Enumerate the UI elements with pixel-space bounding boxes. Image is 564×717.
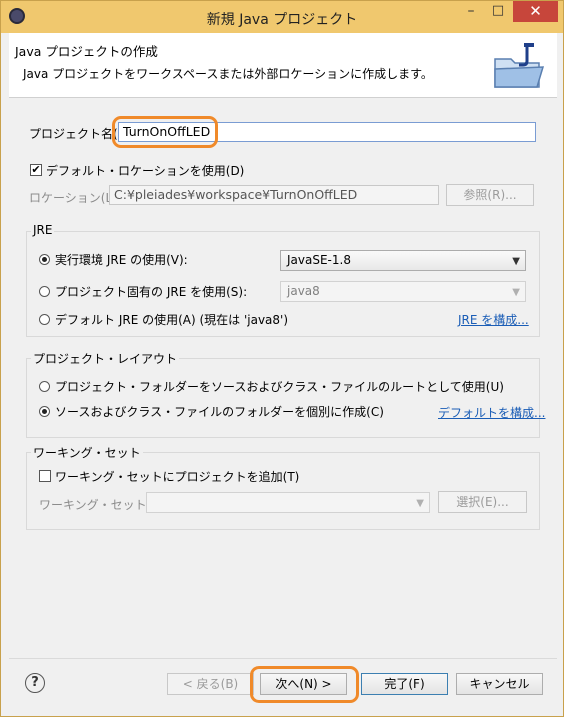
wizard-content: プロジェクト名(P): TurnOnOffLED ✔ デフォルト・ロケーションを… [9,98,557,658]
dialog-window: 新規 Java プロジェクト – □ ✕ Java プロジェクトの作成 Java… [0,0,564,717]
layout-separate-label: ソースおよびクラス・ファイルのフォルダーを個別に作成(C) [55,405,384,419]
jre-project-specific-label: プロジェクト固有の JRE を使用(S): [55,285,248,299]
title-bar[interactable]: 新規 Java プロジェクト – □ ✕ [1,1,563,33]
chevron-down-icon: ▼ [512,256,520,267]
working-set-add-label: ワーキング・セットにプロジェクトを追加(T) [55,470,300,484]
wizard-description: Java プロジェクトをワークスペースまたは外部ロケーションに作成します。 [23,67,433,81]
working-set-select[interactable]: ▼ [146,492,430,513]
maximize-button[interactable]: □ [485,3,511,23]
close-button[interactable]: ✕ [513,1,558,22]
location-label: ロケーション(L): [29,191,121,205]
chevron-down-icon: ▼ [416,498,424,509]
finish-button[interactable]: 完了(F) [361,673,448,695]
jre-default-radio[interactable] [39,314,50,325]
help-icon[interactable]: ? [25,673,45,693]
layout-group-title: プロジェクト・レイアウト [31,350,180,367]
jre-exec-env-select[interactable]: JavaSE-1.8 ▼ [280,250,526,271]
next-button-highlight [250,666,359,703]
back-button[interactable]: < 戻る(B) [167,673,254,695]
layout-group: プロジェクト・レイアウト [26,350,540,438]
default-location-label: デフォルト・ロケーションを使用(D) [46,164,245,178]
layout-root-radio[interactable] [39,381,50,392]
location-input[interactable]: C:¥pleiades¥workspace¥TurnOnOffLED [109,185,439,205]
jre-project-specific-radio[interactable] [39,286,50,297]
working-set-group-title: ワーキング・セット [31,444,143,461]
jre-project-specific-value: java8 [287,284,320,298]
chevron-down-icon: ▼ [512,287,520,298]
jre-default-label: デフォルト JRE の使用(A) (現在は 'java8') [55,313,289,327]
jre-exec-env-radio[interactable] [39,254,50,265]
configure-jre-link[interactable]: JRE を構成... [458,311,529,328]
default-location-checkbox[interactable]: ✔ [30,164,42,176]
layout-separate-radio[interactable] [39,406,50,417]
working-set-checkbox[interactable] [39,470,51,482]
browse-button[interactable]: 参照(R)... [446,184,534,206]
wizard-header: Java プロジェクトの作成 Java プロジェクトをワークスペースまたは外部ロ… [9,33,557,98]
layout-root-label: プロジェクト・フォルダーをソースおよびクラス・ファイルのルートとして使用(U) [55,380,504,394]
minimize-button[interactable]: – [458,3,484,23]
wizard-footer: ? < 戻る(B) 次へ(N) > 完了(F) キャンセル [9,658,557,711]
java-folder-icon [494,43,545,88]
configure-default-link[interactable]: デフォルトを構成... [438,404,545,421]
jre-exec-env-label: 実行環境 JRE の使用(V): [55,253,188,267]
working-set-select-button[interactable]: 選択(E)... [438,491,527,513]
wizard-title: Java プロジェクトの作成 [15,44,158,59]
jre-exec-env-value: JavaSE-1.8 [287,253,351,267]
cancel-button[interactable]: キャンセル [456,673,543,695]
jre-project-specific-select[interactable]: java8 ▼ [280,281,526,302]
jre-group-title: JRE [31,223,55,237]
project-name-highlight [112,116,218,148]
